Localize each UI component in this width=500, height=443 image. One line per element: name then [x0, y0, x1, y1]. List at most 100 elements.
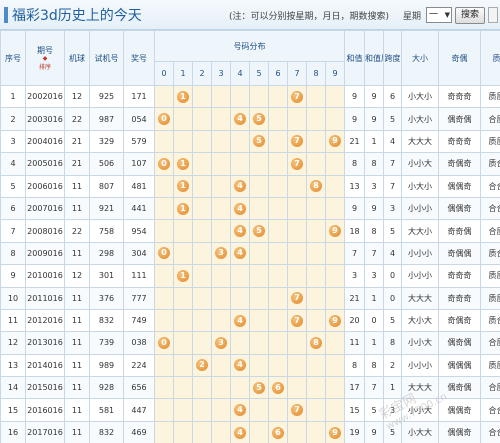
col-period[interactable]: 期号 ◆ 排序	[25, 30, 65, 86]
cell-digit-2	[192, 129, 212, 154]
digit-ball: 7	[291, 135, 303, 148]
col-sort-label[interactable]: 排序	[39, 64, 51, 71]
sort-icon[interactable]: ◆	[27, 56, 64, 62]
cell-digit-0	[154, 264, 174, 288]
cell-prime: 质合质	[480, 152, 500, 176]
digit-ball: 4	[234, 247, 246, 260]
cell-digit-3	[211, 308, 231, 333]
cell-digit-4: 4	[230, 196, 250, 221]
cell-digit-9	[324, 107, 346, 131]
cell-seq: 1	[0, 84, 26, 109]
digit-ball: 4	[234, 314, 246, 327]
cell-sum-tail: 3	[364, 264, 385, 288]
cell-digit-0: 0	[154, 107, 174, 131]
cell-digit-2	[192, 286, 212, 310]
cell-digit-4	[230, 129, 250, 154]
cell-award: 038	[123, 331, 155, 355]
cell-period: 2011016	[25, 286, 65, 310]
cell-digit-5	[249, 84, 269, 109]
digit-ball: 7	[291, 314, 303, 327]
col-digit-0: 0	[154, 61, 174, 86]
cell-sum-tail: 3	[364, 174, 385, 198]
digit-ball: 3	[215, 247, 227, 260]
table-row: 5200601611807481 1 4 8 1337小大小偶偶奇合合质	[0, 174, 500, 198]
cell-big-small: 大大大	[401, 376, 440, 400]
cell-digit-2	[192, 196, 212, 221]
scroll-handle-icon[interactable]	[488, 7, 498, 23]
table-row: 32004016213295795792114大大大奇奇奇质质合	[0, 129, 500, 154]
cell-digit-3: 3	[211, 241, 231, 266]
cell-award: 304	[123, 241, 155, 266]
cell-machine: 11	[64, 398, 90, 422]
cell-seq: 5	[0, 174, 26, 198]
cell-digit-2	[192, 331, 212, 355]
cell-sum-tail: 0	[364, 308, 385, 333]
cell-digit-0	[154, 376, 174, 400]
cell-period: 2014016	[25, 353, 65, 378]
col-digit-3: 3	[211, 61, 231, 86]
cell-digit-2	[192, 174, 212, 198]
cell-digit-2	[192, 264, 212, 288]
cell-digit-8	[306, 129, 326, 154]
cell-sum: 19	[344, 420, 366, 443]
cell-digit-3	[211, 353, 231, 378]
cell-digit-8	[306, 353, 326, 378]
cell-test-number: 832	[89, 308, 124, 333]
cell-test-number: 921	[89, 196, 124, 221]
digit-ball: 4	[234, 426, 246, 439]
cell-digit-9: 9	[324, 308, 346, 333]
cell-digit-0	[154, 308, 174, 333]
cell-digit-7	[287, 196, 307, 221]
cell-machine: 21	[64, 152, 90, 176]
cell-digit-8	[306, 219, 326, 243]
cell-award: 749	[123, 308, 155, 333]
cell-machine: 11	[64, 376, 90, 400]
digit-ball: 5	[253, 381, 265, 394]
cell-digit-0	[154, 398, 174, 422]
search-button[interactable]: 搜索	[455, 7, 485, 24]
cell-period: 2009016	[25, 241, 65, 266]
cell-seq: 9	[0, 264, 26, 288]
cell-digit-8	[306, 376, 326, 400]
week-select[interactable]: 一 ▼	[426, 7, 452, 23]
digit-ball: 1	[177, 269, 189, 282]
table-row: 8200901611298304034774小小小奇偶偶质合合	[0, 241, 500, 266]
cell-odd-even: 奇偶偶	[438, 241, 482, 266]
cell-digit-5	[249, 196, 269, 221]
cell-span: 5	[383, 107, 403, 131]
digit-ball: 1	[177, 90, 189, 103]
cell-digit-6	[268, 398, 288, 422]
cell-big-small: 大大小	[401, 219, 440, 243]
cell-digit-4: 4	[230, 420, 250, 443]
cell-odd-even: 奇奇奇	[438, 129, 482, 154]
cell-digit-9	[324, 174, 346, 198]
col-award: 奖号	[123, 30, 155, 86]
cell-digit-5	[249, 174, 269, 198]
cell-digit-5	[249, 331, 269, 355]
cell-digit-4: 4	[230, 241, 250, 266]
cell-digit-0	[154, 129, 174, 154]
cell-digit-4	[230, 152, 250, 176]
table-row: 4200501621506107017887小小大奇偶奇质合质	[0, 152, 500, 176]
cell-sum-tail: 5	[364, 398, 385, 422]
cell-digit-6	[268, 353, 288, 378]
cell-digit-1	[173, 286, 193, 310]
cell-award: 054	[123, 107, 155, 131]
cell-digit-5: 5	[249, 219, 269, 243]
cell-digit-1	[173, 376, 193, 400]
cell-seq: 14	[0, 376, 26, 400]
cell-big-small: 小小大	[401, 331, 440, 355]
cell-prime: 合合质	[480, 398, 500, 422]
cell-digit-2	[192, 241, 212, 266]
col-digit-5: 5	[249, 61, 269, 86]
cell-digit-3	[211, 152, 231, 176]
cell-prime: 合质合	[480, 376, 500, 400]
cell-test-number: 739	[89, 331, 124, 355]
cell-digit-1: 1	[173, 84, 193, 109]
cell-award: 171	[123, 84, 155, 109]
cell-machine: 22	[64, 219, 90, 243]
digit-ball: 4	[234, 202, 246, 215]
digit-ball: 9	[329, 426, 342, 439]
cell-odd-even: 偶奇偶	[438, 107, 482, 131]
cell-sum-tail: 9	[364, 84, 385, 109]
